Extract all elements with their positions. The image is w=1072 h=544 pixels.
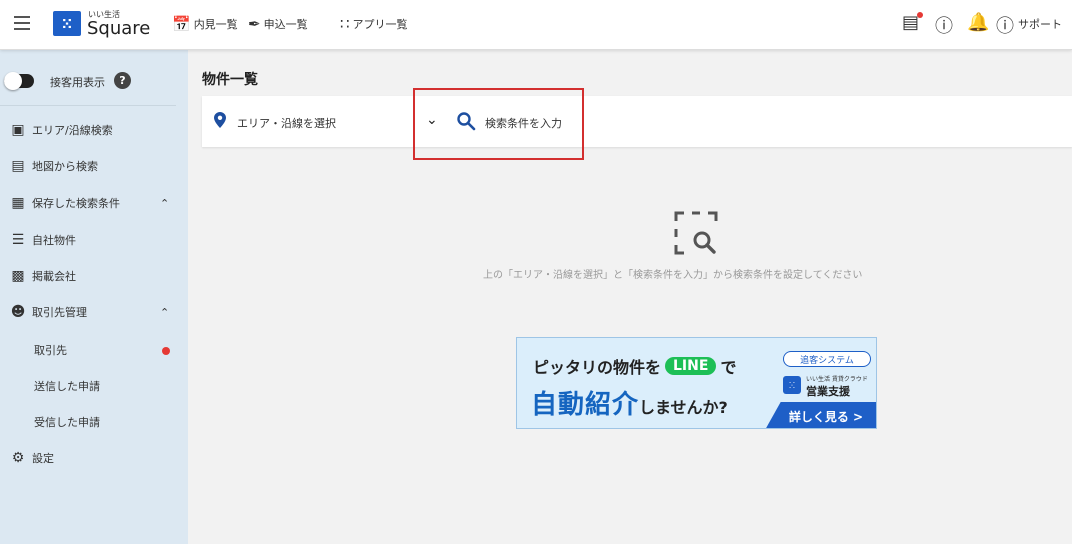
search-bar: エリア・沿線を選択 ⌄ 検索条件を入力 bbox=[202, 96, 1072, 147]
chevron-up-icon[interactable]: ⌃ bbox=[160, 197, 169, 210]
banner-headline: ピッタリの物件を LINE で bbox=[533, 357, 737, 377]
support-link[interactable]: サポート bbox=[1018, 16, 1062, 32]
calendar-clock-icon: 📅 bbox=[172, 15, 191, 33]
sidebar: 接客用表示 ? ▣ エリア/沿線検索 ▤ 地図から検索 ▦ 保存した検索条件 ⌃… bbox=[0, 50, 188, 544]
line-badge: LINE bbox=[665, 357, 717, 375]
banner-tag: 追客システム bbox=[783, 351, 871, 367]
nav-application-list[interactable]: ✒ 申込一覧 bbox=[248, 15, 308, 33]
toggle-label: 接客用表示 bbox=[50, 76, 105, 89]
logo-text[interactable]: Square bbox=[87, 18, 150, 39]
empty-search-icon bbox=[674, 211, 718, 255]
sidebar-item-partner-management[interactable]: ☻ 取引先管理 bbox=[10, 304, 87, 320]
building-icon: ▩ bbox=[11, 268, 25, 284]
area-line-select[interactable]: エリア・沿線を選択 bbox=[237, 115, 336, 131]
people-icon: ☻ bbox=[10, 304, 26, 320]
top-header: ⵘ いい生活 Square 📅 内見一覧 ✒ 申込一覧 ∷ アプリ一覧 ▤ ⓘ … bbox=[0, 0, 1072, 50]
train-icon: ▣ bbox=[11, 122, 25, 138]
alert-dot bbox=[162, 347, 170, 355]
gear-icon: ⚙ bbox=[11, 450, 25, 466]
sidebar-item-saved-search[interactable]: ▦ 保存した検索条件 bbox=[10, 195, 120, 211]
pen-icon: ✒ bbox=[248, 15, 261, 33]
notification-badge bbox=[917, 12, 923, 18]
bell-icon[interactable]: 🔔 bbox=[967, 12, 989, 33]
logo-mark: ⵘ bbox=[53, 11, 81, 36]
question-icon[interactable]: ? bbox=[114, 72, 131, 89]
empty-state-message: 上の「エリア・沿線を選択」と「検索条件を入力」から検索条件を設定してください bbox=[483, 270, 863, 281]
menu-icon[interactable] bbox=[14, 16, 30, 30]
banner-subheadline: 自動紹介しませんか? bbox=[531, 390, 728, 420]
customer-view-toggle[interactable] bbox=[4, 72, 34, 90]
sidebar-subitem-partners[interactable]: 取引先 bbox=[34, 342, 67, 358]
list-icon: ☰ bbox=[11, 232, 25, 248]
sidebar-item-listing-companies[interactable]: ▩ 掲載会社 bbox=[10, 268, 76, 284]
sidebar-item-settings[interactable]: ⚙ 設定 bbox=[10, 450, 54, 466]
banner-details-button[interactable]: 詳しく見る > bbox=[765, 402, 876, 428]
map-icon: ▤ bbox=[11, 158, 25, 174]
promo-banner[interactable]: ピッタリの物件を LINE で 自動紹介しませんか? 追客システム ⵘ いい生活… bbox=[516, 337, 877, 429]
sidebar-item-own-properties[interactable]: ☰ 自社物件 bbox=[10, 232, 76, 248]
chevron-up-icon[interactable]: ⌃ bbox=[160, 306, 169, 319]
sidebar-item-area-search[interactable]: ▣ エリア/沿線検索 bbox=[10, 122, 112, 138]
sidebar-subitem-received-requests[interactable]: 受信した申請 bbox=[34, 414, 100, 430]
banner-logo-mark: ⵘ bbox=[783, 376, 801, 394]
grid-icon: ∷ bbox=[340, 15, 350, 33]
page-title: 物件一覧 bbox=[202, 72, 258, 88]
info-icon[interactable]: ⓘ bbox=[935, 12, 953, 38]
location-pin-icon bbox=[214, 112, 226, 128]
sidebar-item-map-search[interactable]: ▤ 地図から検索 bbox=[10, 158, 98, 174]
sidebar-divider bbox=[0, 105, 176, 106]
help-circle-icon[interactable]: ⓘ bbox=[996, 12, 1014, 38]
banner-service-name: 営業支援 bbox=[806, 385, 850, 398]
banner-cloud-text: いい生活 賃貸クラウド bbox=[806, 376, 868, 383]
nav-viewing-list[interactable]: 📅 内見一覧 bbox=[172, 15, 238, 33]
nav-app-list[interactable]: ∷ アプリ一覧 bbox=[340, 15, 408, 33]
highlight-annotation bbox=[413, 88, 584, 160]
sidebar-subitem-sent-requests[interactable]: 送信した申請 bbox=[34, 378, 100, 394]
saved-search-icon: ▦ bbox=[11, 195, 25, 211]
